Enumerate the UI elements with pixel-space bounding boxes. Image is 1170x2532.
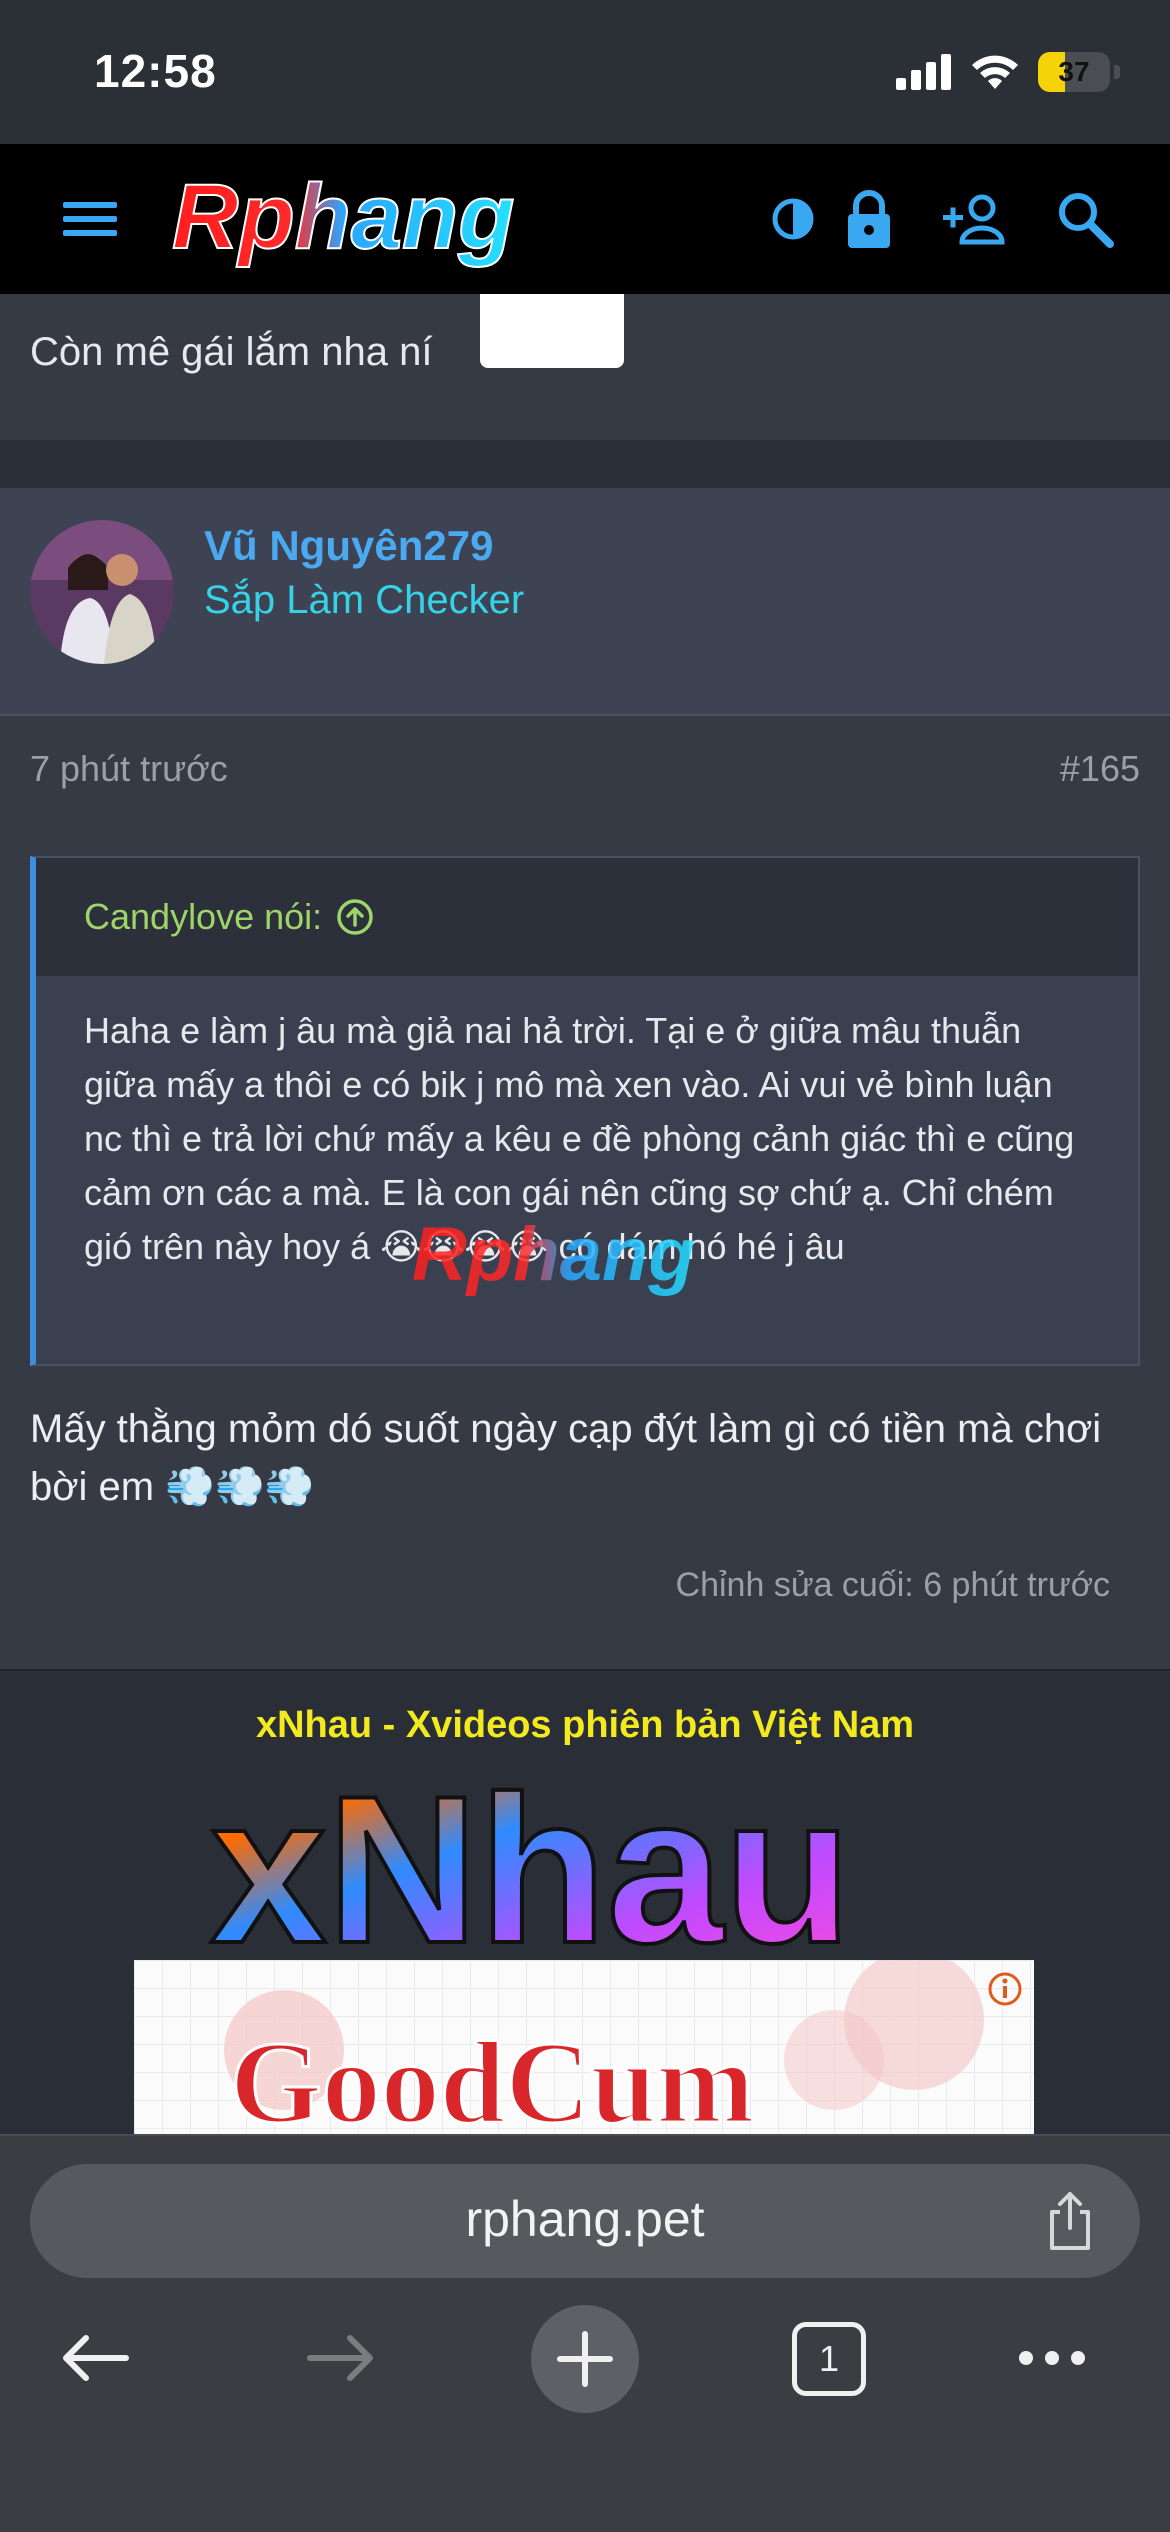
lock-icon[interactable] bbox=[834, 184, 904, 254]
tabs-button[interactable]: 1 bbox=[792, 2322, 866, 2396]
ad-logo-text: xNhau bbox=[210, 1752, 852, 1962]
quote-author: Candylove nói: bbox=[84, 896, 323, 937]
battery-percent: 37 bbox=[1058, 56, 1090, 87]
share-icon[interactable] bbox=[1040, 2188, 1100, 2254]
ad-logo[interactable]: xNhau bbox=[200, 1752, 970, 1962]
post-username[interactable]: Vũ Nguyên279 bbox=[204, 522, 493, 570]
battery-tip bbox=[1114, 65, 1120, 79]
post-text: Mấy thằng mỏm dó suốt ngày cạp đýt làm g… bbox=[30, 1407, 1102, 1509]
cellular-signal-icon bbox=[896, 54, 951, 90]
ad-banner-art: GoodCum bbox=[224, 1960, 984, 2134]
site-header: Rphang bbox=[0, 144, 1170, 294]
status-bar: 12:58 37 bbox=[0, 0, 1170, 144]
status-icons: 37 bbox=[896, 52, 1120, 92]
theme-toggle-icon[interactable] bbox=[758, 184, 828, 254]
watermark-text: Rphang bbox=[412, 1218, 695, 1297]
quote-author-link[interactable]: Candylove nói: bbox=[84, 896, 374, 938]
avatar[interactable] bbox=[30, 520, 174, 664]
status-time: 12:58 bbox=[94, 45, 217, 97]
battery-icon: 37 bbox=[1038, 52, 1110, 92]
post-number[interactable]: #165 bbox=[1060, 748, 1140, 790]
more-icon[interactable] bbox=[1012, 2318, 1092, 2398]
post-user-header bbox=[0, 488, 1170, 714]
tab-count: 1 bbox=[818, 2338, 840, 2379]
post-time[interactable]: 7 phút trước bbox=[30, 748, 228, 790]
wifi-icon bbox=[972, 55, 1018, 89]
watermark-logo: Rphang bbox=[412, 1218, 695, 1297]
avatar-image bbox=[30, 520, 174, 664]
search-icon[interactable] bbox=[1050, 184, 1120, 254]
forward-icon[interactable] bbox=[300, 2318, 380, 2398]
register-icon[interactable] bbox=[940, 184, 1010, 254]
menu-icon[interactable] bbox=[55, 184, 125, 254]
ad-banner-text: GoodCum bbox=[230, 2017, 755, 2134]
site-logo[interactable]: Rphang bbox=[162, 170, 722, 270]
arrow-up-circle-icon[interactable] bbox=[336, 898, 374, 936]
user-title: Sắp Làm Checker bbox=[204, 578, 525, 622]
ad-tagline[interactable]: xNhau - Xvideos phiên bản Việt Nam bbox=[0, 1704, 1170, 1747]
post-edited-note: Chỉnh sửa cuối: 6 phút trước bbox=[675, 1566, 1110, 1604]
previous-post-sticker bbox=[480, 294, 624, 368]
previous-post-text: Còn mê gái lắm nha ní bbox=[30, 330, 433, 374]
logo-text: Rphang bbox=[172, 170, 514, 268]
url-text[interactable]: rphang.pet bbox=[0, 2190, 1170, 2248]
info-icon[interactable] bbox=[986, 1970, 1024, 2008]
new-tab-button[interactable] bbox=[530, 2304, 640, 2414]
back-icon[interactable] bbox=[56, 2318, 136, 2398]
ad-banner[interactable]: GoodCum bbox=[134, 1960, 1034, 2134]
